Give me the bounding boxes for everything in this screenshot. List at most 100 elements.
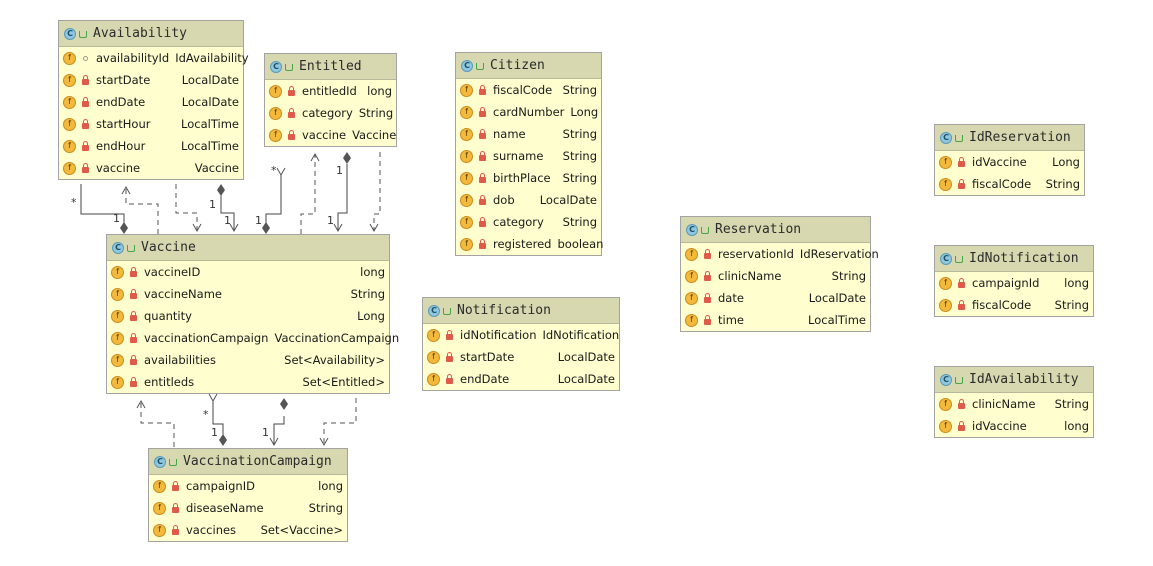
field-row[interactable]: f date LocalDate — [681, 287, 870, 309]
field-row[interactable]: f entitleds Set<Entitled> — [107, 371, 389, 393]
field-row[interactable]: f vaccineName String — [107, 283, 389, 305]
field-row[interactable]: f category String — [456, 211, 601, 233]
field-icon: f — [111, 331, 124, 345]
class-reservation[interactable]: C Reservation f reservationId IdReservatio… — [680, 216, 879, 332]
field-row[interactable]: f vaccine Vaccine — [265, 124, 396, 146]
field-name: vaccineName — [144, 287, 222, 301]
class-idnotification[interactable]: C IdNotification f campaignId long f fiscal… — [934, 245, 1094, 317]
private-lock-icon — [479, 239, 486, 249]
private-lock-icon — [446, 330, 453, 340]
class-idreservation[interactable]: C IdReservation f idVaccine Long f fiscalCo… — [934, 124, 1085, 196]
field-row[interactable]: f dob LocalDate — [456, 189, 601, 211]
field-name: fiscalCode — [972, 298, 1032, 312]
field-row[interactable]: f campaignId long — [935, 272, 1093, 294]
field-row[interactable]: f cardNumber Long — [456, 101, 601, 123]
field-type: long — [1064, 419, 1089, 433]
field-row[interactable]: f fiscalCode String — [935, 294, 1093, 316]
field-row[interactable]: f birthPlace String — [456, 167, 601, 189]
field-row[interactable]: f startDate LocalDate — [59, 69, 243, 91]
class-header: C Availability — [59, 21, 243, 47]
class-icon: C — [112, 241, 124, 254]
field-icon: f — [685, 313, 698, 327]
field-row[interactable]: f endDate LocalDate — [423, 368, 619, 390]
class-entitled[interactable]: C Entitled f entitledId long f category Stri… — [264, 53, 397, 147]
field-row[interactable]: f clinicName String — [935, 393, 1093, 415]
class-name: Entitled — [299, 59, 362, 74]
field-type: IdNotification — [542, 328, 620, 342]
multiplicity-label: 1 — [209, 198, 216, 211]
private-lock-icon — [958, 179, 965, 189]
private-lock-icon — [958, 300, 965, 310]
field-type: String — [350, 287, 385, 301]
class-header: C Notification — [423, 298, 619, 324]
field-name: vaccinationCampaign — [144, 331, 269, 345]
field-type: LocalTime — [808, 313, 866, 327]
field-row[interactable]: f endHour LocalTime — [59, 135, 243, 157]
entitled-vaccine-dependency — [300, 152, 320, 234]
private-lock-icon — [130, 311, 137, 321]
field-row[interactable]: f idVaccine long — [935, 415, 1093, 437]
public-visibility-icon — [476, 63, 484, 70]
field-name: category — [493, 215, 544, 229]
class-vaccine[interactable]: C Vaccine f vaccineID long f vaccineName Str… — [106, 234, 399, 394]
field-row[interactable]: f vaccinationCampaign VaccinationCampaign — [107, 327, 399, 349]
field-type: Long — [1052, 155, 1080, 169]
multiplicity-label: 1 — [336, 164, 343, 177]
field-row[interactable]: f fiscalCode String — [935, 173, 1084, 195]
field-type: Set<Vaccine> — [260, 523, 343, 537]
field-name: entitleds — [144, 375, 195, 389]
private-lock-icon — [130, 267, 137, 277]
class-header: C VaccinationCampaign — [149, 449, 347, 475]
field-row[interactable]: f surname String — [456, 145, 601, 167]
private-lock-icon — [446, 374, 453, 384]
field-row[interactable]: f fiscalCode String — [456, 79, 601, 101]
field-row[interactable]: f diseaseName String — [149, 497, 347, 519]
class-availability[interactable]: C Availability f availabilityId IdAvailabi… — [58, 20, 249, 180]
field-row[interactable]: f time LocalTime — [681, 309, 870, 331]
class-header: C IdNotification — [935, 246, 1093, 272]
field-icon: f — [153, 479, 166, 493]
field-row[interactable]: f idVaccine Long — [935, 151, 1084, 173]
field-row[interactable]: f vaccineID long — [107, 261, 389, 283]
public-visibility-icon — [169, 459, 177, 466]
class-name: Reservation — [715, 222, 802, 237]
field-row[interactable]: f campaignID long — [149, 475, 347, 497]
field-name: vaccine — [302, 128, 347, 142]
field-row[interactable]: f quantity Long — [107, 305, 389, 327]
field-name: category — [302, 106, 353, 120]
field-icon: f — [685, 291, 698, 305]
field-type: LocalDate — [181, 95, 239, 109]
field-type: boolean — [557, 237, 604, 251]
field-row[interactable]: f name String — [456, 123, 601, 145]
private-lock-icon — [704, 315, 711, 325]
field-icon: f — [63, 73, 76, 87]
field-row[interactable]: f entitledId long — [265, 80, 396, 102]
class-vaccinationcampaign[interactable]: C VaccinationCampaign f campaignID long f d… — [148, 448, 348, 542]
field-row[interactable]: f availabilityId IdAvailability — [59, 47, 249, 69]
class-notification[interactable]: C Notification f idNotification IdNotifica… — [422, 297, 620, 391]
class-name: VaccinationCampaign — [183, 454, 332, 469]
field-row[interactable]: f reservationId IdReservation — [681, 243, 879, 265]
field-row[interactable]: f vaccine Vaccine — [59, 157, 243, 179]
field-row[interactable]: f registered boolean — [456, 233, 604, 255]
private-lock-icon — [479, 217, 486, 227]
class-icon: C — [64, 27, 76, 40]
field-name: startDate — [96, 73, 151, 87]
field-row[interactable]: f startDate LocalDate — [423, 346, 619, 368]
field-icon: f — [427, 372, 440, 386]
class-name: IdNotification — [969, 251, 1079, 266]
field-row[interactable]: f startHour LocalTime — [59, 113, 243, 135]
private-lock-icon — [479, 129, 486, 139]
field-row[interactable]: f category String — [265, 102, 396, 124]
class-citizen[interactable]: C Citizen f fiscalCode String f cardNumber L… — [455, 52, 604, 256]
class-idavailability[interactable]: C IdAvailability f clinicName String f idVa… — [934, 366, 1094, 438]
field-icon: f — [111, 375, 124, 389]
field-row[interactable]: f availabilities Set<Availability> — [107, 349, 389, 371]
field-type: Vaccine — [352, 128, 397, 142]
field-row[interactable]: f vaccines Set<Vaccine> — [149, 519, 347, 541]
field-row[interactable]: f endDate LocalDate — [59, 91, 243, 113]
field-row[interactable]: f idNotification IdNotification — [423, 324, 619, 346]
field-name: registered — [493, 237, 552, 251]
vaccine-campaign-composition — [269, 416, 285, 447]
field-row[interactable]: f clinicName String — [681, 265, 870, 287]
